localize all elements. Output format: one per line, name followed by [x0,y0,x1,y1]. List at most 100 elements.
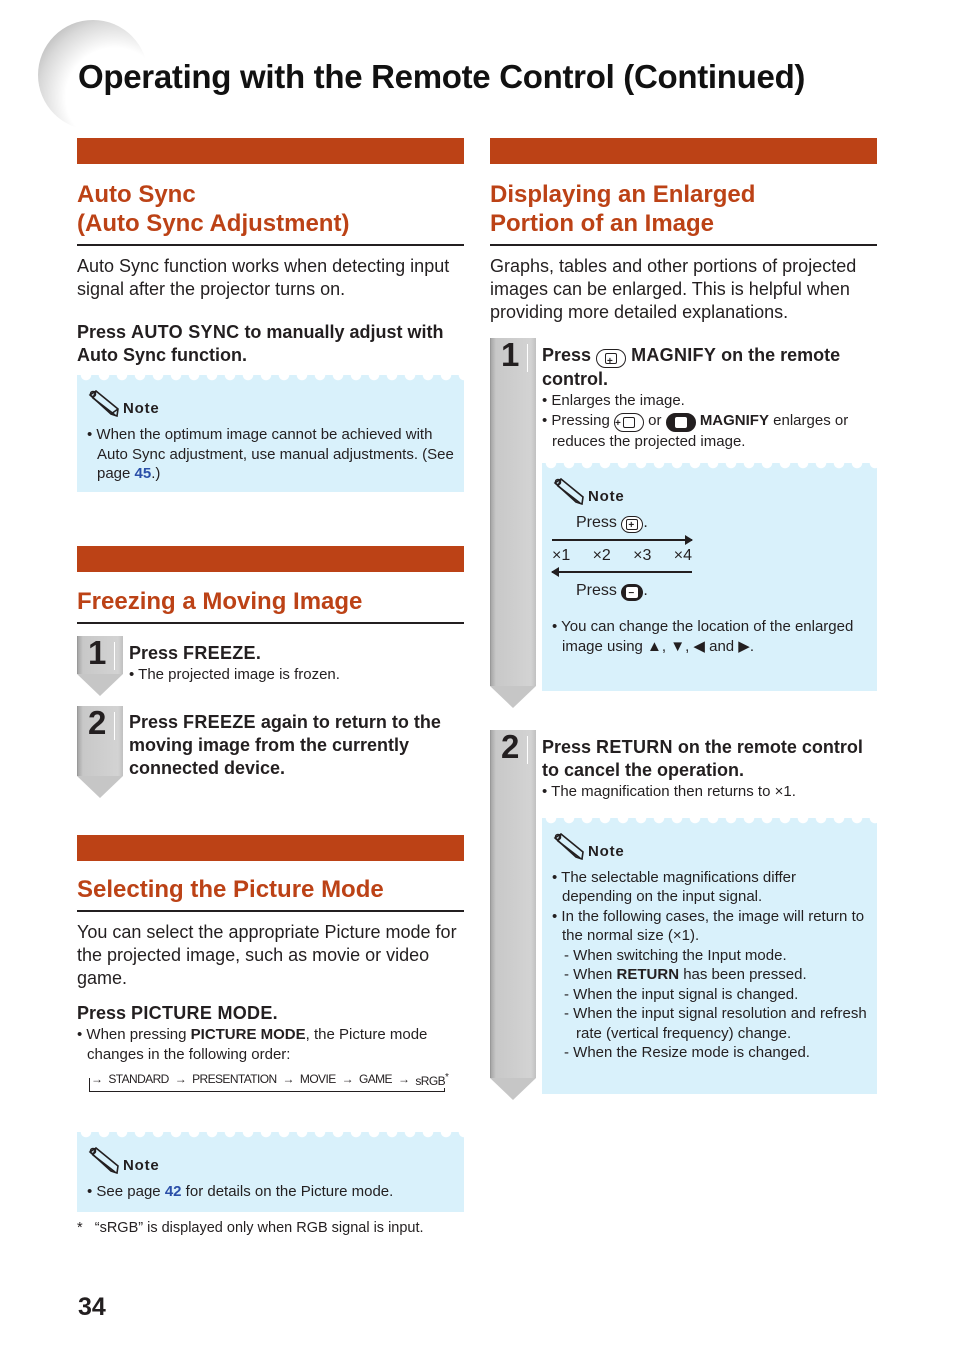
note-header: Note [87,389,454,417]
section-bar [490,138,877,164]
return-note: Note • The selectable magnifications dif… [542,817,877,1094]
heading-line: Auto Sync [77,181,196,208]
magnify-reduce-button-icon [621,584,644,604]
page-title: Operating with the Remote Control (Conti… [78,58,806,95]
step-text: Press [542,737,597,757]
instruction-text: Press [77,322,132,342]
picture-mode-instruction: Press PICTURE MODE. [77,1002,464,1025]
note-text: See page [96,1183,165,1200]
case-item: - When the Resize mode is changed. [564,1044,810,1061]
magnify-enlarge-button-icon [621,516,644,536]
auto-sync-heading: Auto Sync (Auto Sync Adjustment) [77,180,464,246]
step-divider [527,344,528,372]
footnote-text: “sRGB” is displayed only when RGB signal… [94,1220,424,1236]
step-heading: Press RETURN on the remote control to ca… [542,730,877,782]
step-text: Press [129,643,184,663]
pencil-note-icon [88,390,119,417]
step-number: 2 [88,704,107,741]
press-text: Press [576,582,617,599]
note-header: Note [552,832,867,860]
step-text: . [255,643,261,663]
case-text: When the Resize mode is changed. [573,1044,810,1061]
freeze-heading: Freezing a Moving Image [77,587,464,624]
cycle-items: → STANDARD → PRESENTATION → MOVIE → GAME → sR… [91,1072,451,1088]
case-item: - When switching the Input mode. [564,946,787,964]
auto-sync-intro: Auto Sync function works when detecting … [77,256,450,299]
picture-mode-key: PICTURE MODE [131,1003,273,1023]
auto-sync-note: Note • When the optimum image cannot be … [77,375,464,492]
mode-presentation: PRESENTATION [190,1072,279,1088]
magnify-intro: Graphs, tables and other portions of pro… [490,256,857,322]
step-text: Press [129,712,184,732]
magnify-reduce-button-icon [665,412,696,432]
arrow-icon: → [174,1072,187,1088]
step-text: Press [542,345,597,365]
heading-line: (Auto Sync Adjustment) [77,210,350,237]
picture-mode-intro: You can select the appropriate Picture m… [77,922,457,988]
note-title: Note [588,842,625,860]
picture-mode-heading: Selecting the Picture Mode [77,875,464,912]
step-tab: 1 [77,634,123,696]
note-title: Note [123,1157,160,1174]
magnify-key: MAGNIFY [631,345,717,365]
case-item: - When the input signal is changed. [564,985,799,1003]
step-tab: 1 [490,336,536,708]
magnify-step-2: 2 Press RETURN on the remote control to … [490,728,877,1120]
step-detail: • The magnification then returns to ×1. [542,783,796,800]
case-item: - When the input signal resolution and r… [564,1005,867,1042]
step-detail: • Enlarges the image. [542,392,685,409]
arrow-icon: → [341,1072,354,1088]
note-bullet: • The selectable magnifications differ d… [552,868,797,906]
freeze-step-2: 2 Press FREEZE again to return to the mo… [77,704,464,798]
case-item: - When RETURN has been pressed. [564,966,807,983]
return-key: RETURN [596,737,673,757]
step-number: 1 [501,336,520,373]
step-divider [114,642,115,670]
magnify-heading: Displaying an Enlarged Portion of an Ima… [490,180,877,246]
picture-mode-key: PICTURE MODE [190,1026,306,1043]
magnify-enlarge-button-icon [613,412,644,432]
step-tab: 2 [77,704,123,798]
step-detail-text: The projected image is frozen. [138,666,340,683]
magnify-note: Note Press . ×1 ×2 ×3 ×4 Press . • You c… [542,463,877,691]
magnification-diagram: Press . ×1 ×2 ×3 ×4 Press . [551,513,693,604]
auto-sync-key: AUTO SYNC [131,322,240,342]
note-title: Note [123,400,160,417]
step-detail-text: Enlarges the image. [551,392,685,409]
note-text: The selectable magnifications differ dep… [561,868,797,906]
step-number: 1 [88,634,107,671]
note-bullet: • You can change the location of the enl… [552,618,854,655]
mode-game: GAME [357,1072,394,1088]
note-text: for details on the Picture mode. [181,1183,394,1200]
return-key: RETURN [616,966,680,983]
scale-x3: ×3 [633,547,652,564]
step-detail-text: or [643,411,666,429]
step-heading: Press MAGNIFY on the remote control. [542,338,877,391]
magnify-step-1: 1 Press MAGNIFY on the remote control. •… [490,336,877,708]
section-bar [77,835,464,861]
picture-mode-section: Selecting the Picture Mode You can selec… [77,835,464,1236]
page-link[interactable]: 45 [135,465,152,482]
freeze-step-1: 1 Press FREEZE. • The projected image is… [77,634,464,696]
heading-line: Displaying an Enlarged [490,181,756,208]
step-number: 2 [501,728,520,765]
picture-mode-cycle: → STANDARD → PRESENTATION → MOVIE → GAME → sR… [89,1072,451,1098]
footnote-mark: * [77,1220,83,1236]
scale-x1: ×1 [552,547,571,564]
freeze-key: FREEZE [183,712,256,732]
arrow-icon: → [282,1072,295,1088]
picture-mode-bullet: • When pressing PICTURE MODE, the Pictur… [77,1026,428,1063]
heading-line: Portion of an Image [490,210,715,237]
case-text: When switching the Input mode. [573,946,787,964]
freeze-section: Freezing a Moving Image 1 Press FREEZE. … [77,546,464,798]
note-bullet: • When the optimum image cannot be achie… [87,426,454,482]
instruction-text: . [272,1003,278,1023]
picture-mode-note: Note • See page 42 for details on the Pi… [77,1132,464,1212]
mode-standard: STANDARD [106,1072,171,1088]
page-link[interactable]: 42 [165,1183,182,1200]
section-bar [77,546,464,572]
magnification-scale: ×1 ×2 ×3 ×4 [552,547,692,565]
scale-x4: ×4 [673,547,692,564]
step-heading: Press FREEZE. [129,636,464,665]
note-title: Note [588,488,625,505]
